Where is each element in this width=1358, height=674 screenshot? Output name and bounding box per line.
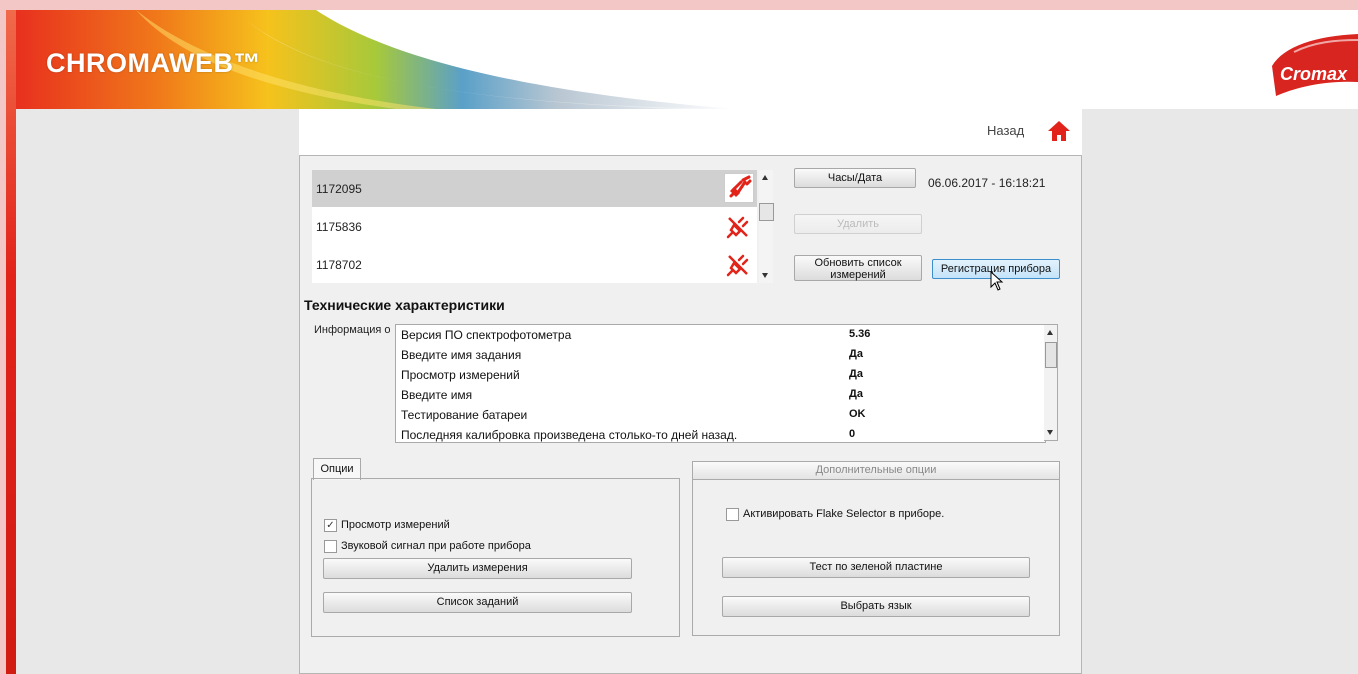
table-row: Введите имя задания Да — [396, 345, 1045, 365]
device-row[interactable]: 1172095 — [312, 170, 757, 207]
plug-disconnected-icon — [726, 216, 749, 239]
checkbox-label: Активировать Flake Selector в приборе. — [743, 508, 945, 520]
device-list-scrollbar[interactable] — [759, 170, 774, 283]
scroll-down-arrow-icon[interactable] — [1047, 430, 1053, 435]
specs-table: Версия ПО спектрофотометра 5.36 Введите … — [395, 324, 1046, 443]
info-label: Информация о — [314, 324, 391, 336]
checkbox-box — [726, 508, 739, 521]
table-row: Введите имя Да — [396, 385, 1045, 405]
device-row[interactable]: 1178702 — [312, 246, 757, 283]
scroll-thumb[interactable] — [759, 203, 774, 221]
clock-date-button[interactable]: Часы/Дата — [794, 168, 916, 188]
spec-value: Да — [849, 388, 863, 400]
home-icon[interactable] — [1047, 119, 1071, 143]
header-banner: CHROMAWEB™ Cromax — [16, 10, 1358, 109]
device-row[interactable]: 1175836 — [312, 208, 757, 245]
delete-button[interactable]: Удалить — [794, 214, 922, 234]
main-content: Назад 1172095 1175836 1178702 Часы/Дата … — [299, 109, 1082, 674]
green-tile-test-button[interactable]: Тест по зеленой пластине — [722, 557, 1030, 578]
scroll-down-arrow-icon[interactable] — [762, 273, 768, 278]
spec-value: Да — [849, 368, 863, 380]
select-language-button[interactable]: Выбрать язык — [722, 596, 1030, 617]
left-accent-bar — [6, 10, 16, 674]
device-id: 1178702 — [316, 258, 362, 272]
device-id: 1175836 — [316, 220, 362, 234]
specs-title: Технические характеристики — [304, 297, 505, 313]
checkbox-label: Просмотр измерений — [341, 519, 450, 531]
nav-bar: Назад — [299, 109, 1082, 155]
table-row: Просмотр измерений Да — [396, 365, 1045, 385]
table-row: Последняя калибровка произведена столько… — [396, 425, 1045, 442]
spec-value: 5.36 — [849, 328, 871, 340]
left-gutter — [16, 109, 299, 674]
device-panel: 1172095 1175836 1178702 Часы/Дата 06.06.… — [299, 155, 1082, 674]
spec-key: Тестирование батареи — [401, 408, 528, 422]
table-row: Тестирование батареи OK — [396, 405, 1045, 425]
back-link[interactable]: Назад — [987, 123, 1024, 138]
spec-key: Версия ПО спектрофотометра — [401, 328, 572, 342]
app-logo: CHROMAWEB™ — [46, 48, 261, 78]
right-gutter — [1082, 109, 1358, 674]
options-group: ✓ Просмотр измерений Звуковой сигнал при… — [311, 478, 680, 637]
plug-disconnected-icon — [726, 254, 749, 277]
refresh-measurements-button[interactable]: Обновить список измерений — [794, 255, 922, 281]
specs-scrollbar[interactable] — [1044, 324, 1058, 441]
plug-connected-icon — [724, 173, 754, 203]
spec-value: OK — [849, 408, 866, 420]
scroll-up-arrow-icon[interactable] — [762, 175, 768, 180]
spec-key: Введите имя — [401, 388, 473, 402]
extra-options-group: Активировать Flake Selector в приборе. Т… — [692, 478, 1060, 636]
scroll-up-arrow-icon[interactable] — [1047, 330, 1053, 335]
device-id: 1172095 — [316, 182, 362, 196]
spec-key: Последняя калибровка произведена столько… — [401, 428, 738, 442]
datetime-display: 06.06.2017 - 16:18:21 — [928, 176, 1046, 190]
tab-options[interactable]: Опции — [313, 458, 361, 480]
checkbox-label: Звуковой сигнал при работе прибора — [341, 540, 531, 552]
delete-measurements-button[interactable]: Удалить измерения — [323, 558, 632, 579]
spec-value: Да — [849, 348, 863, 360]
brand-text: Cromax — [1280, 64, 1348, 84]
spec-value: 0 — [849, 428, 856, 440]
job-list-button[interactable]: Список заданий — [323, 592, 632, 613]
spec-key: Просмотр измерений — [401, 368, 520, 382]
checkbox-check-icon: ✓ — [324, 519, 337, 532]
checkbox-box — [324, 540, 337, 553]
table-row: Версия ПО спектрофотометра 5.36 — [396, 325, 1045, 345]
device-list[interactable]: 1172095 1175836 1178702 — [312, 170, 757, 283]
mouse-cursor-icon — [990, 271, 1004, 291]
scroll-thumb[interactable] — [1045, 342, 1057, 368]
spec-key: Введите имя задания — [401, 348, 522, 362]
cromax-logo: Cromax — [1272, 34, 1358, 96]
